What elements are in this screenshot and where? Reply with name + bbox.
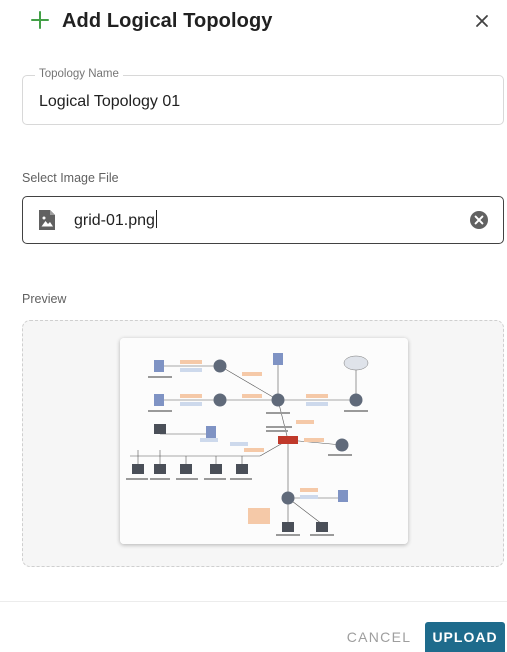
text-caret <box>155 210 157 228</box>
topology-name-field[interactable]: Topology Name Logical Topology 01 <box>22 68 504 125</box>
preview-dropzone[interactable] <box>22 320 504 567</box>
upload-button[interactable]: UPLOAD <box>425 622 505 652</box>
topology-name-input[interactable]: Logical Topology 01 <box>39 93 180 111</box>
cancel-button[interactable]: CANCEL <box>340 622 418 652</box>
dialog-header: Add Logical Topology <box>0 0 507 50</box>
dialog-title: Add Logical Topology <box>62 10 273 32</box>
image-file-name: grid-01.png <box>74 212 155 229</box>
close-icon[interactable] <box>473 12 491 30</box>
plus-icon <box>29 9 51 31</box>
footer-divider <box>0 601 507 602</box>
image-file-field[interactable]: grid-01.png <box>22 196 504 244</box>
clear-icon[interactable] <box>469 210 489 230</box>
topology-name-label: Topology Name <box>35 68 123 80</box>
image-file-icon <box>39 210 55 230</box>
preview-image <box>120 338 408 544</box>
topology-diagram-thumbnail <box>120 338 408 544</box>
image-file-input[interactable]: grid-01.png <box>74 210 157 230</box>
select-image-label: Select Image File <box>22 171 119 185</box>
preview-label: Preview <box>22 292 67 306</box>
